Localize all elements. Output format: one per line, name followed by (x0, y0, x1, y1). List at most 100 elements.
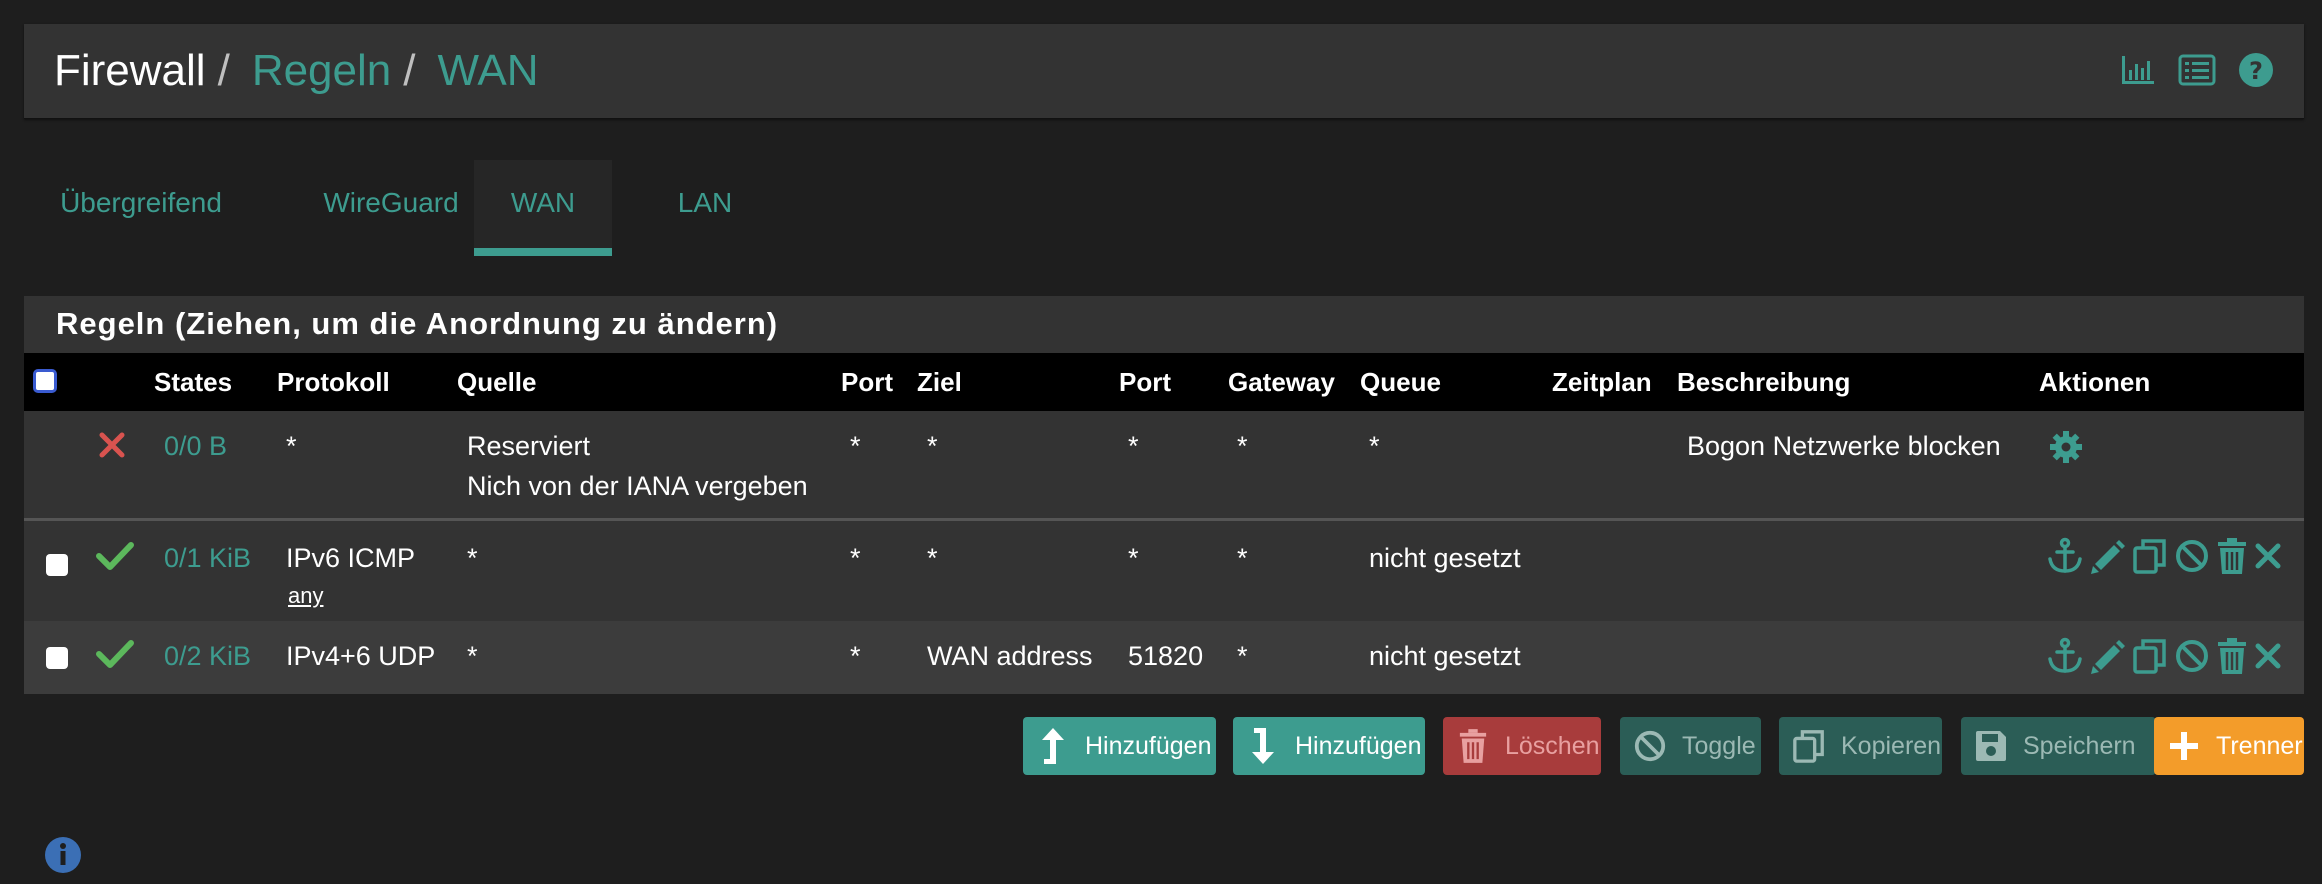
row-gateway: * (1237, 431, 1248, 461)
breadcrumb: Firewall / Regeln / WAN (54, 44, 539, 98)
info-icon[interactable] (44, 836, 82, 879)
add-top-button[interactable]: Hinzufügen (1023, 717, 1216, 775)
column-aktionen: Aktionen (2039, 367, 2151, 397)
rules-panel: Regeln (Ziehen, um die Anordnung zu ände… (24, 296, 2304, 694)
plus-icon (2162, 730, 2206, 762)
anchor-icon[interactable] (2046, 537, 2084, 575)
copy-icon[interactable] (2132, 537, 2168, 575)
add-bottom-label: Hinzufügen (1295, 731, 1422, 760)
anchor-icon[interactable] (2046, 637, 2084, 675)
table-header: States Protokoll Quelle Port Ziel Port G… (24, 353, 2304, 411)
gear-icon[interactable] (2048, 429, 2084, 470)
save-label: Speichern (2023, 731, 2136, 760)
disable-icon[interactable] (2174, 637, 2210, 675)
add-bottom-button[interactable]: Hinzufügen (1233, 717, 1425, 775)
close-icon[interactable] (2254, 637, 2282, 675)
row-queue: nicht gesetzt (1369, 641, 1521, 671)
row-port: * (850, 543, 861, 573)
row-destination: * (927, 431, 938, 461)
page-header: Firewall / Regeln / WAN ? (24, 24, 2304, 119)
row-source: * (467, 641, 478, 671)
column-port: Port (841, 367, 893, 397)
column-protokoll: Protokoll (277, 367, 390, 397)
separator-label: Trenner (2216, 731, 2303, 760)
column-dest-port: Port (1119, 367, 1171, 397)
breadcrumb-wan[interactable]: WAN (437, 46, 538, 95)
select-all-checkbox[interactable] (33, 369, 57, 393)
table-row[interactable]: 0/0 B * Reserviert Nich von der IANA ver… (24, 411, 2304, 521)
column-zeitplan: Zeitplan (1552, 367, 1652, 397)
row-protocol: IPv6 ICMP (286, 543, 416, 573)
add-top-label: Hinzufügen (1085, 731, 1212, 760)
trash-icon[interactable] (2216, 537, 2248, 575)
row-checkbox[interactable] (46, 647, 68, 669)
column-queue: Queue (1360, 367, 1441, 397)
delete-button[interactable]: Löschen (1443, 717, 1601, 775)
save-button[interactable]: Speichern (1961, 717, 2156, 775)
row-dest-port: * (1128, 431, 1139, 461)
column-ziel: Ziel (917, 367, 962, 397)
row-protocol: IPv4+6 UDP (286, 641, 436, 671)
table-row[interactable]: 0/2 KiB IPv4+6 UDP * * WAN address 51820… (24, 621, 2304, 694)
tab-lan[interactable]: LAN (632, 160, 778, 256)
row-states[interactable]: 0/2 KiB (164, 636, 251, 676)
close-icon[interactable] (2254, 537, 2282, 575)
row-gateway: * (1237, 641, 1248, 671)
tab-wan[interactable]: WAN (474, 160, 612, 256)
copy-label: Kopieren (1841, 731, 1942, 760)
row-description: Bogon Netzwerke blocken (1687, 431, 2001, 461)
copy-button[interactable]: Kopieren (1779, 717, 1942, 775)
svg-text:?: ? (2249, 57, 2263, 85)
pass-icon (96, 639, 134, 674)
button-bar: Hinzufügen Hinzufügen Löschen Toggle Kop… (0, 717, 2322, 775)
panel-title: Regeln (Ziehen, um die Anordnung zu ände… (56, 306, 779, 341)
row-gateway: * (1237, 543, 1248, 573)
arrow-up-icon (1031, 726, 1075, 766)
column-quelle: Quelle (457, 367, 537, 397)
row-port: * (850, 641, 861, 671)
row-source: * (467, 543, 478, 573)
trash-icon[interactable] (2216, 637, 2248, 675)
arrow-down-icon (1241, 726, 1285, 766)
chart-icon[interactable] (2120, 52, 2156, 88)
header-icons: ? (2120, 52, 2274, 88)
pass-icon (96, 541, 134, 576)
row-actions (2046, 537, 2282, 575)
row-states[interactable]: 0/1 KiB (164, 538, 251, 578)
separator-button[interactable]: Trenner (2154, 717, 2304, 775)
row-checkbox[interactable] (46, 554, 68, 576)
row-source-detail: Nich von der IANA vergeben (467, 471, 808, 501)
table-row[interactable]: 0/1 KiB IPv6 ICMP any * * * * * nicht ge… (24, 521, 2304, 621)
row-dest-port: 51820 (1128, 641, 1204, 671)
row-protocol-icmptype[interactable]: any (288, 576, 323, 616)
help-icon[interactable]: ? (2238, 52, 2274, 88)
breadcrumb-separator: / (403, 46, 416, 95)
row-port: * (850, 431, 861, 461)
row-queue: * (1369, 431, 1380, 461)
list-icon[interactable] (2178, 52, 2216, 88)
delete-label: Löschen (1505, 731, 1600, 760)
save-icon (1969, 729, 2013, 763)
row-actions (2046, 637, 2282, 675)
disable-icon[interactable] (2174, 537, 2210, 575)
block-icon (98, 431, 126, 464)
row-protocol: * (286, 431, 297, 461)
column-gateway: Gateway (1228, 367, 1335, 397)
column-beschreibung: Beschreibung (1677, 367, 1851, 397)
row-source: Reserviert (467, 431, 591, 461)
tab-uebergreifend[interactable]: Übergreifend (24, 160, 258, 256)
edit-icon[interactable] (2090, 537, 2126, 575)
copy-icon (1787, 728, 1831, 764)
row-destination: WAN address (927, 641, 1093, 671)
row-queue: nicht gesetzt (1369, 543, 1521, 573)
breadcrumb-regeln[interactable]: Regeln (252, 46, 391, 95)
edit-icon[interactable] (2090, 637, 2126, 675)
row-states[interactable]: 0/0 B (164, 426, 227, 466)
copy-icon[interactable] (2132, 637, 2168, 675)
toggle-button[interactable]: Toggle (1620, 717, 1761, 775)
toggle-label: Toggle (1682, 731, 1756, 760)
row-destination: * (927, 543, 938, 573)
trash-icon (1451, 727, 1495, 765)
disable-icon (1628, 729, 1672, 763)
breadcrumb-firewall[interactable]: Firewall (54, 46, 206, 95)
